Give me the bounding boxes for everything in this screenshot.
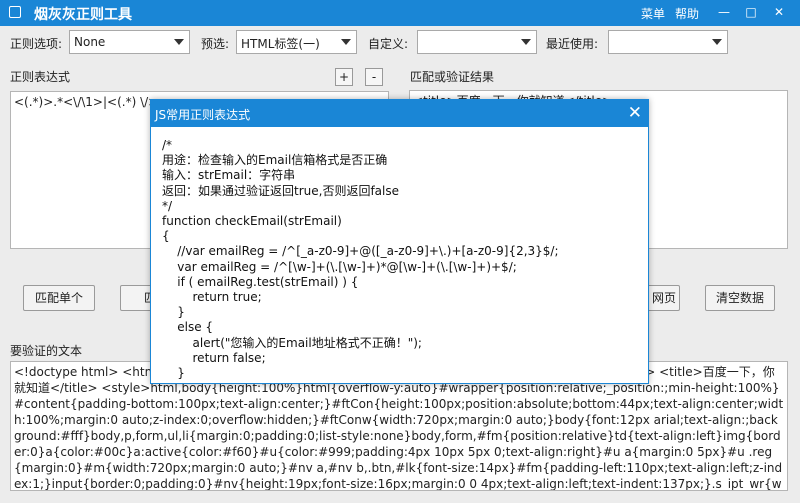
match-one-button[interactable]: 匹配单个 <box>23 285 95 311</box>
regex-options-select[interactable]: None <box>69 30 190 54</box>
dialog-code: /* 用途：检查输入的Email信箱格式是否正确 输入：strEmail：字符串… <box>162 138 559 382</box>
recent-label: 最近使用: <box>546 37 599 51</box>
clear-data-button[interactable]: 清空数据 <box>705 285 775 311</box>
chevron-down-icon <box>341 39 351 45</box>
js-regex-dialog: JS常用正则表达式 ✕ /* 用途：检查输入的Email信箱格式是否正确 输入：… <box>150 99 649 384</box>
dialog-header: JS常用正则表达式 ✕ <box>151 100 648 127</box>
chevron-down-icon <box>174 39 184 45</box>
menu-button[interactable]: 菜单 <box>641 5 665 22</box>
add-regex-button[interactable]: + <box>335 68 353 86</box>
help-button[interactable]: 帮助 <box>675 5 699 22</box>
preset-label: 预选: <box>201 37 230 51</box>
input-label: 要验证的文本 <box>10 344 83 358</box>
recent-select[interactable] <box>608 30 728 54</box>
app-title: 烟灰灰正则工具 <box>34 7 132 23</box>
title-bar: 烟灰灰正则工具 菜单 帮助 — □ ✕ <box>0 0 800 26</box>
close-icon[interactable]: ✕ <box>770 3 788 21</box>
chevron-down-icon <box>712 39 722 45</box>
preset-value: HTML标签(一) <box>241 37 320 51</box>
regex-options-value: None <box>74 35 106 49</box>
minimize-icon[interactable]: — <box>715 3 733 21</box>
result-label: 匹配或验证结果 <box>410 70 495 84</box>
regex-options-label: 正则选项: <box>10 37 63 51</box>
maximize-icon[interactable]: □ <box>742 3 760 21</box>
remove-regex-button[interactable]: - <box>365 68 383 86</box>
regex-label: 正则表达式 <box>10 70 71 84</box>
chevron-down-icon <box>521 39 531 45</box>
preset-select[interactable]: HTML标签(一) <box>236 30 357 54</box>
custom-label: 自定义: <box>368 37 409 51</box>
close-icon[interactable]: ✕ <box>628 103 642 123</box>
dialog-title: JS常用正则表达式 <box>155 108 251 122</box>
custom-select[interactable] <box>417 30 537 54</box>
app-logo-icon <box>9 6 21 18</box>
